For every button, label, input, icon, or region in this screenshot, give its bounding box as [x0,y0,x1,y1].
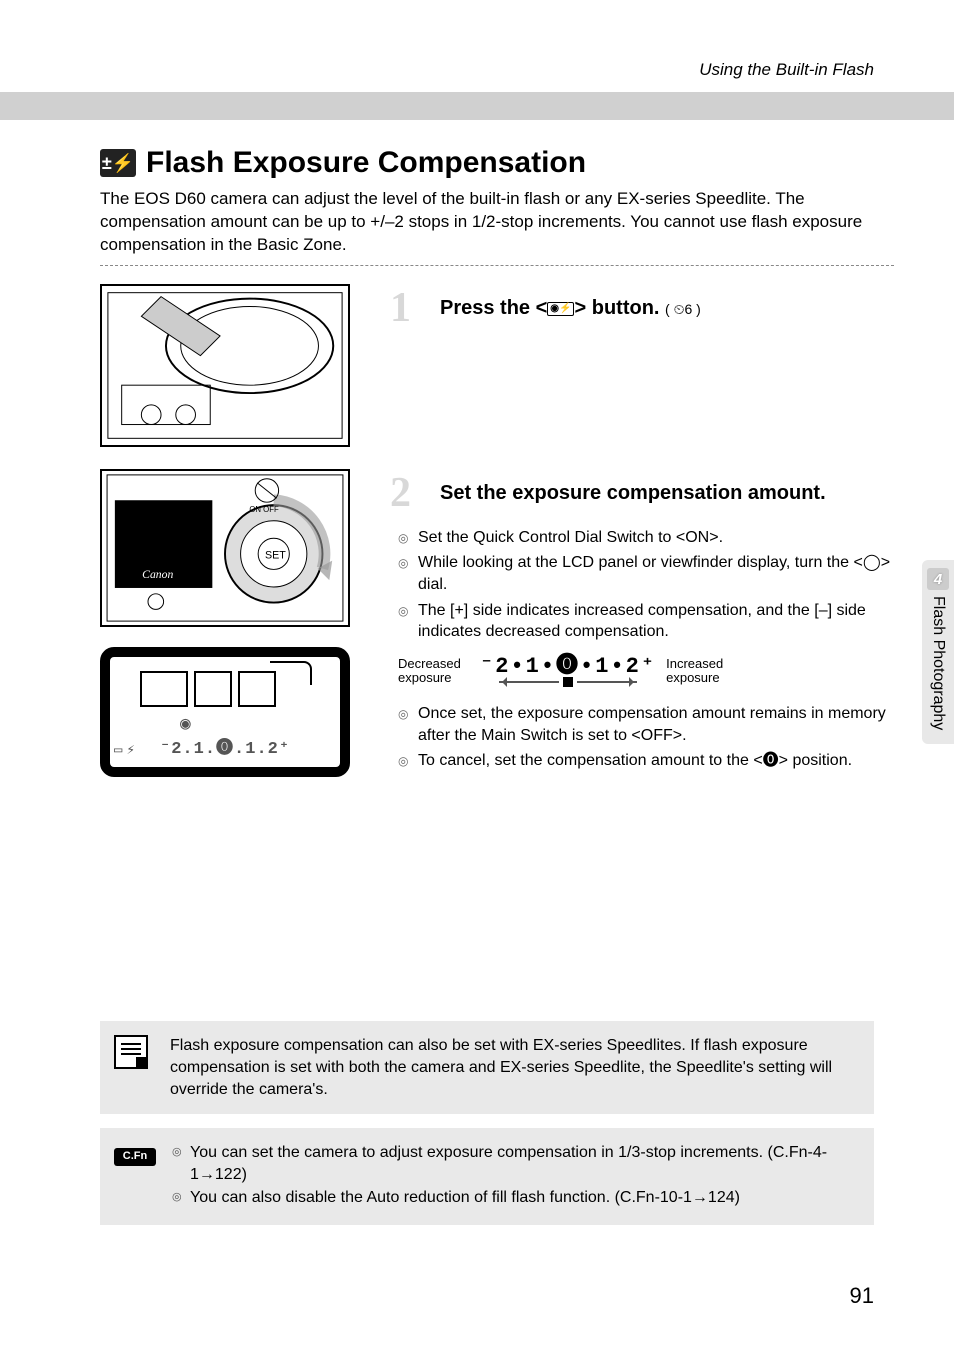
figure-camera-back: Canon SET ON OFF [100,469,350,627]
timer-indicator: ( ⏲6 ) [665,301,701,317]
bullet-item: While looking at the LCD panel or viewfi… [404,552,894,595]
chapter-tab: 4 Flash Photography [922,560,954,744]
arrow-right-icon [577,678,637,686]
section-title-text: Flash Exposure Compensation [146,146,586,180]
step-1-row: 1 Press the <◉⚡> button. ( ⏲6 ) [100,284,894,447]
step-2-title: Set the exposure compensation amount. [440,481,826,505]
divider [100,265,894,266]
bullet-item: Once set, the exposure compensation amou… [404,703,894,746]
svg-text:ON OFF: ON OFF [249,505,279,514]
chapter-title: Flash Photography [929,596,947,730]
step-1-number: 1 [390,284,430,332]
info-note: Flash exposure compensation can also be … [100,1021,874,1114]
decreased-label: Decreased exposure [398,657,470,686]
step-1-header: 1 Press the <◉⚡> button. ( ⏲6 ) [390,284,894,332]
step-2-header: 2 Set the exposure compensation amount. [390,469,894,517]
scale-numbers: ⁻2•1•⓿•1•2⁺ [480,655,656,679]
cfn-badge-icon: C.Fn [114,1144,148,1178]
svg-text:Canon: Canon [142,568,173,581]
step-2-bullets-a: Set the Quick Control Dial Switch to <ON… [390,527,894,643]
info-note-icon [114,1035,148,1069]
bullet-item: The [+] side indicates increased compens… [404,600,894,643]
figure-camera-top [100,284,350,447]
bullet-item: To cancel, set the compensation amount t… [404,750,894,772]
footer-notes: Flash exposure compensation can also be … [100,1021,874,1239]
increased-label: Increased exposure [666,657,738,686]
arrow-left-icon [499,678,559,686]
breadcrumb: Using the Built-in Flash [100,60,894,80]
scale-marker-icon [563,677,573,687]
info-note-text: Flash exposure compensation can also be … [170,1037,832,1097]
cfn-note: C.Fn You can set the camera to adjust ex… [100,1128,874,1225]
svg-text:SET: SET [265,550,286,562]
page-number: 91 [850,1283,874,1309]
cfn-item: You can set the camera to adjust exposur… [174,1142,858,1185]
exposure-scale-diagram: Decreased exposure ⁻2•1•⓿•1•2⁺ Increased… [390,655,894,687]
step-2-number: 2 [390,469,430,517]
step-1-title: Press the <◉⚡> button. ( ⏲6 ) [440,296,701,320]
lcd-scale-text: ⁻2.1.⓿.1.2⁺ [160,733,290,759]
flash-button-icon: ◉⚡ [547,302,574,316]
bullet-item: Set the Quick Control Dial Switch to <ON… [404,527,894,549]
flash-comp-icon: ±⚡ [100,149,136,177]
step-2-row: Canon SET ON OFF [100,469,894,777]
section-title: ±⚡ Flash Exposure Compensation [100,146,894,180]
header-band [0,92,954,120]
cfn-item: You can also disable the Auto reduction … [174,1187,858,1209]
chapter-number: 4 [927,568,949,590]
section-intro: The EOS D60 camera can adjust the level … [100,188,894,257]
figure-lcd-panel: ◉ ▭⚡ ⁻2.1.⓿.1.2⁺ [100,647,350,777]
step-2-bullets-b: Once set, the exposure compensation amou… [390,703,894,772]
